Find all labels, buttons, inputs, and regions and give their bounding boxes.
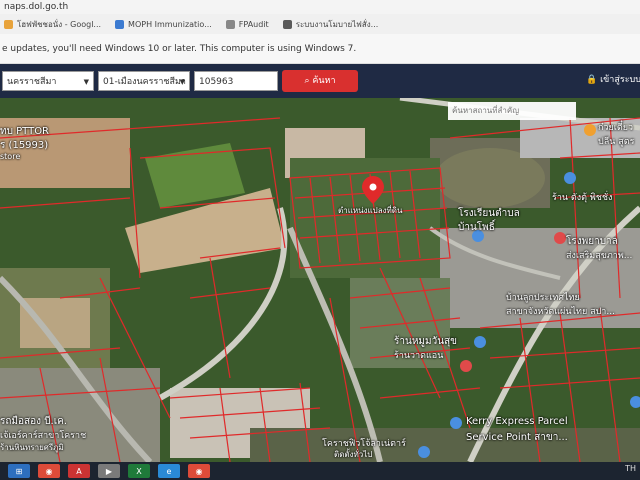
bookmark-favicon-icon <box>115 19 125 29</box>
chrome-icon-2[interactable]: ◉ <box>188 464 210 478</box>
bookmark-2[interactable]: MOPH Immunizatio... <box>115 19 212 29</box>
poi-label-market-2: ร้านวาดแอน <box>394 351 444 361</box>
poi-label-kerry-2: Service Point สาขา... <box>466 432 568 443</box>
place-search-input[interactable]: ค้นหาสถานที่สำคัญ <box>448 102 576 120</box>
search-toolbar: นครราชสีมา ▼ 01-เมืองนครราชสีมา ▼ 105963 ⌕… <box>0 64 640 98</box>
ie-icon[interactable]: e <box>158 464 180 478</box>
chevron-down-icon: ▼ <box>83 78 89 86</box>
bookmark-favicon-icon <box>225 19 235 29</box>
poi-label-coop-1: บ้านลูกประเทศไทย <box>506 293 580 303</box>
bookmark-favicon-icon <box>4 19 13 29</box>
language-indicator[interactable]: TH <box>625 464 636 473</box>
poi-label-pttor: ทบ PTTOR <box>0 126 50 137</box>
excel-icon[interactable]: X <box>128 464 150 478</box>
bookmark-4[interactable]: ระบบงานโมบายไฟสั่ง... <box>282 18 378 31</box>
parcel-number-input[interactable]: 105963 <box>194 71 278 91</box>
satellite-map[interactable]: ค้นหาสถานที่สำคัญ ทบ PTTOR ร (15993) sto… <box>0 98 640 462</box>
poi-label-noodle-1: ก๋วยเตี๋ยว <box>598 123 634 133</box>
poi-label-school-2: บ้านโพธิ์ <box>458 222 495 233</box>
browser-window: naps.dol.go.th โฮฟพัชชอนั่ง - Googl... M… <box>0 0 640 462</box>
windows-taskbar: ⊞ ◉ A ▶ X e ◉ TH <box>0 462 640 480</box>
update-notice: e updates, you'll need Windows 10 or lat… <box>0 34 640 64</box>
lock-icon: 🔒 <box>586 75 601 85</box>
pdf-icon[interactable]: A <box>68 464 90 478</box>
chevron-down-icon: ▼ <box>179 78 185 86</box>
parcel-location-label: ตำแหน่งแปลงที่ดิน <box>338 206 403 215</box>
search-button[interactable]: ⌕ ค้นหา <box>282 70 358 92</box>
map-imagery <box>0 98 640 462</box>
province-select[interactable]: นครราชสีมา ▼ <box>2 71 94 91</box>
media-icon[interactable]: ▶ <box>98 464 120 478</box>
login-link[interactable]: 🔒 เข้าสู่ระบบ <box>586 72 640 86</box>
address-bar[interactable]: naps.dol.go.th <box>0 0 640 14</box>
poi-label-store: store <box>0 152 21 161</box>
poi-label-market: ร้านหมูมวันสุข <box>394 336 457 347</box>
windows-start-icon[interactable]: ⊞ <box>8 464 30 478</box>
chrome-icon[interactable]: ◉ <box>38 464 60 478</box>
bookmarks-bar: โฮฟพัชชอนั่ง - Googl... MOPH Immunizatio… <box>0 14 640 34</box>
poi-label-used-cars-1: รถมือสอง บี.เค. <box>0 416 68 427</box>
poi-label-used-cars-2: เจ้เอร์คาร์สาขาโคราช <box>0 431 87 441</box>
poi-label-hospital-1: โรงพยาบาล <box>566 236 618 247</box>
poi-label-shop: ร้าน ตังตุ้ พิชชั่ง <box>552 193 613 203</box>
bookmark-1[interactable]: โฮฟพัชชอนั่ง - Googl... <box>4 18 101 31</box>
district-select[interactable]: 01-เมืองนครราชสีมา ▼ <box>98 71 190 91</box>
poi-label-pttor-sub: ร (15993) <box>0 140 49 151</box>
poi-label-hospital-2: ส่งเสริมสุขภาพ... <box>566 251 633 261</box>
poi-label-bottom-mid-2: ติดตั้งทั่วไป <box>334 450 373 459</box>
bookmark-favicon-icon <box>282 19 292 29</box>
poi-label-kerry-1: Kerry Express Parcel <box>466 416 568 427</box>
bookmark-3[interactable]: FPAudit <box>225 19 269 29</box>
url-text: naps.dol.go.th <box>4 2 69 12</box>
poi-label-noodle-2: ปลีน สูตร <box>598 137 635 147</box>
poi-label-stone-shop: ร้านหินทรายศรีภูมิ <box>0 443 64 452</box>
poi-label-school-1: โรงเรียนตำบล <box>458 208 520 219</box>
poi-label-coop-2: สาขาจังหวัดแผ่นไทย สปา... <box>506 307 615 317</box>
